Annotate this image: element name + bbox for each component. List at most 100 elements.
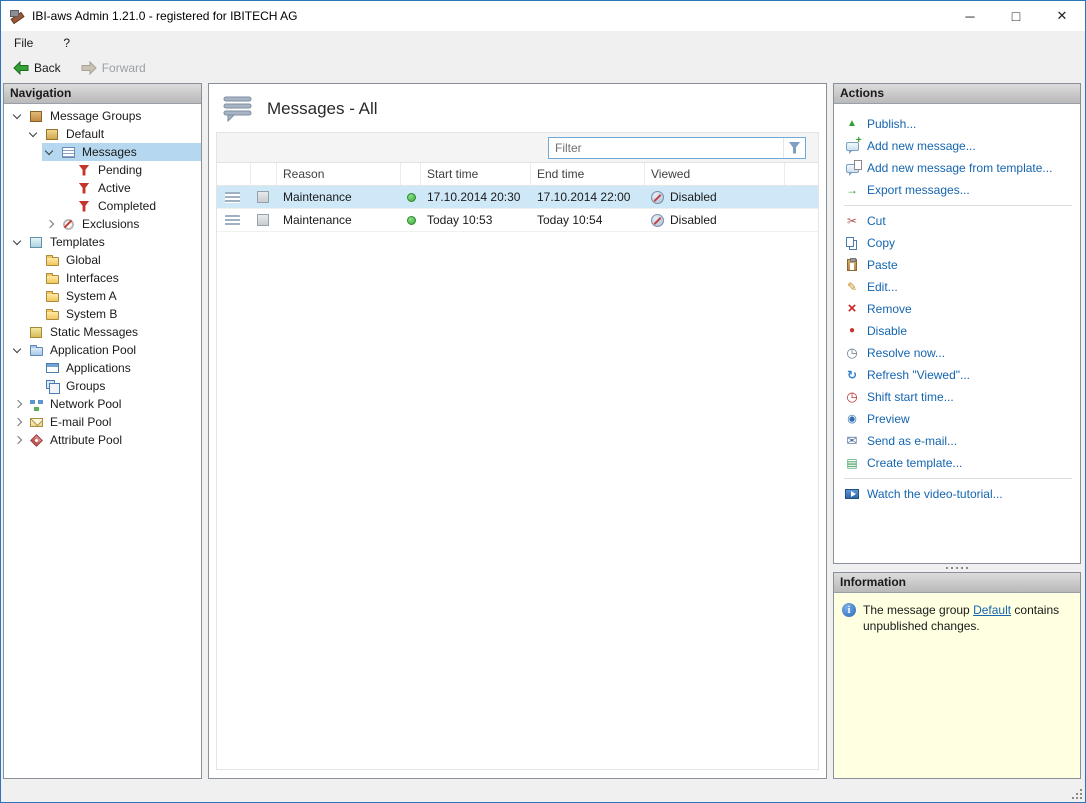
chevron-expanded-icon[interactable] [10, 343, 25, 358]
chevron-collapsed-icon[interactable] [42, 217, 57, 232]
action-disable[interactable]: ●Disable [844, 320, 1074, 342]
chevron-spacer [26, 253, 41, 268]
toolbar: Back Forward [1, 55, 1085, 81]
templates-icon [30, 237, 42, 248]
tree-item-templates[interactable]: Templates [4, 233, 201, 251]
tree-item-interfaces[interactable]: Interfaces [4, 269, 201, 287]
tree-item-groups[interactable]: Groups [4, 377, 201, 395]
back-button[interactable]: Back [7, 59, 67, 77]
tree-item-applications[interactable]: Applications [4, 359, 201, 377]
action-edit[interactable]: ✎Edit... [844, 276, 1074, 298]
menu-file[interactable]: File [10, 34, 37, 52]
actions-divider [844, 478, 1072, 479]
tree-item-static-messages[interactable]: Static Messages [4, 323, 201, 341]
tree-item-messages[interactable]: Messages [4, 143, 201, 161]
actions-divider [844, 205, 1072, 206]
action-add-new-message[interactable]: Add new message... [844, 135, 1074, 157]
right-column: Actions ▲Publish... Add new message... A… [833, 83, 1081, 779]
column-header-message-icon[interactable] [217, 163, 251, 185]
filter-input[interactable] [549, 141, 783, 155]
tree-item-attribute-pool[interactable]: Attribute Pool [4, 431, 201, 449]
forward-button[interactable]: Forward [75, 59, 152, 77]
chevron-collapsed-icon[interactable] [10, 433, 25, 448]
information-panel: Information i The message group Default … [833, 572, 1081, 779]
menu-help[interactable]: ? [59, 34, 74, 52]
tree-item-exclusions[interactable]: Exclusions [4, 215, 201, 233]
tree-item-active[interactable]: Active [4, 179, 201, 197]
chevron-expanded-icon[interactable] [26, 127, 41, 142]
tree-item-email-pool[interactable]: E-mail Pool [4, 413, 201, 431]
add-message-from-template-icon [846, 164, 859, 173]
action-paste[interactable]: Paste [844, 254, 1074, 276]
email-pool-icon [30, 418, 43, 427]
chevron-collapsed-icon[interactable] [10, 397, 25, 412]
action-remove[interactable]: ×Remove [844, 298, 1074, 320]
message-row[interactable]: Maintenance Today 10:53 Today 10:54 Disa… [217, 209, 818, 232]
chevron-expanded-icon[interactable] [10, 109, 25, 124]
filter-icon [79, 201, 90, 212]
column-header-viewed[interactable]: Viewed [645, 163, 785, 185]
chevron-spacer [10, 325, 25, 340]
back-arrow-icon [13, 61, 29, 75]
action-shift-start-time[interactable]: ◷Shift start time... [844, 386, 1074, 408]
tree-item-system-a[interactable]: System A [4, 287, 201, 305]
chevron-spacer [26, 361, 41, 376]
tree-item-network-pool[interactable]: Network Pool [4, 395, 201, 413]
folder-icon [46, 311, 59, 320]
filter-icon [79, 165, 90, 176]
resize-grip[interactable] [1071, 788, 1085, 802]
preview-icon: ◉ [844, 411, 860, 427]
tree-item-system-b[interactable]: System B [4, 305, 201, 323]
tree-item-default[interactable]: Default [4, 125, 201, 143]
tree-item-pending[interactable]: Pending [4, 161, 201, 179]
info-text-before: The message group [863, 603, 973, 617]
message-row[interactable]: Maintenance 17.10.2014 20:30 17.10.2014 … [217, 186, 818, 209]
chevron-spacer [58, 163, 73, 178]
default-group-link[interactable]: Default [973, 603, 1011, 617]
export-messages-icon: → [844, 182, 860, 198]
resolve-now-icon: ◷ [844, 345, 860, 361]
action-resolve-now[interactable]: ◷Resolve now... [844, 342, 1074, 364]
action-send-as-email[interactable]: ✉Send as e-mail... [844, 430, 1074, 452]
action-publish[interactable]: ▲Publish... [844, 113, 1074, 135]
groups-icon [46, 380, 55, 389]
viewed-disabled-icon [651, 191, 664, 204]
action-create-template[interactable]: ▤Create template... [844, 452, 1074, 474]
disable-icon: ● [844, 323, 860, 339]
action-preview[interactable]: ◉Preview [844, 408, 1074, 430]
panel-splitter[interactable] [833, 564, 1081, 572]
action-cut[interactable]: ✂Cut [844, 210, 1074, 232]
window-controls: ─ □ ✕ [947, 1, 1085, 31]
column-header-state-icon[interactable] [251, 163, 277, 185]
maximize-button[interactable]: □ [993, 1, 1039, 31]
cut-icon: ✂ [844, 213, 860, 229]
column-header-start-time[interactable]: Start time [421, 163, 531, 185]
navigation-header: Navigation [4, 84, 201, 104]
action-copy[interactable]: Copy [844, 232, 1074, 254]
tree-item-completed[interactable]: Completed [4, 197, 201, 215]
filter-funnel-button[interactable] [783, 138, 805, 158]
attribute-pool-icon [30, 434, 43, 447]
tree-item-message-groups[interactable]: Message Groups [4, 107, 201, 125]
column-header-status[interactable] [401, 163, 421, 185]
tree-item-global[interactable]: Global [4, 251, 201, 269]
minimize-button[interactable]: ─ [947, 1, 993, 31]
column-header-end-time[interactable]: End time [531, 163, 645, 185]
chevron-expanded-icon[interactable] [10, 235, 25, 250]
column-header-reason[interactable]: Reason [277, 163, 401, 185]
publish-icon: ▲ [844, 116, 860, 132]
filter-bar [217, 133, 818, 163]
chevron-expanded-icon[interactable] [42, 145, 57, 160]
column-header-filler [785, 163, 818, 185]
filter-funnel-icon [789, 142, 801, 154]
close-button[interactable]: ✕ [1039, 1, 1085, 31]
action-add-message-from-template[interactable]: Add new message from template... [844, 157, 1074, 179]
action-refresh-viewed[interactable]: ↻Refresh "Viewed"... [844, 364, 1074, 386]
action-watch-video-tutorial[interactable]: Watch the video-tutorial... [844, 483, 1074, 505]
message-state-icon [257, 214, 269, 226]
chevron-collapsed-icon[interactable] [10, 415, 25, 430]
action-export-messages[interactable]: →Export messages... [844, 179, 1074, 201]
filter-box [548, 137, 806, 159]
main-title-row: Messages - All [209, 84, 826, 130]
tree-item-application-pool[interactable]: Application Pool [4, 341, 201, 359]
